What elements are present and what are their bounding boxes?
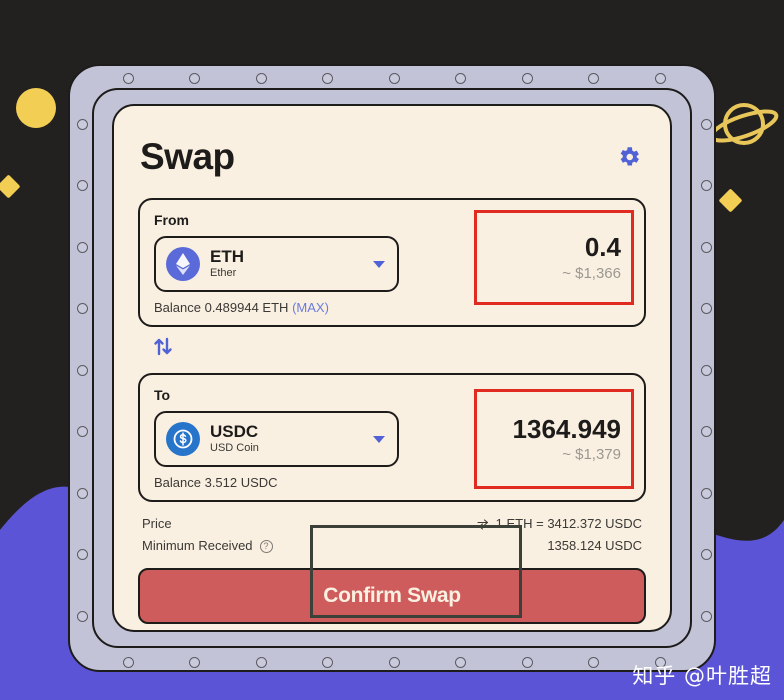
minimum-received-value: 1358.124 USDC xyxy=(547,538,642,553)
rivet xyxy=(588,656,599,668)
confirm-area: Confirm Swap xyxy=(138,525,646,624)
rivet xyxy=(76,549,88,560)
circle-decoration xyxy=(16,88,56,128)
swap-details: Price 1 ETH = 3412.372 USDC Minimum Rece… xyxy=(138,514,646,556)
rivet xyxy=(700,118,712,130)
to-token-texts: USDC USD Coin xyxy=(210,423,373,455)
to-amount-value: 1364.949 xyxy=(512,413,621,444)
to-amount-usd: ~ $1,379 xyxy=(562,446,621,464)
chevron-down-icon xyxy=(373,435,385,443)
to-amount-input[interactable]: 1364.949 ~ $1,379 xyxy=(474,389,634,489)
rivet xyxy=(654,72,666,84)
rate-toggle-icon[interactable] xyxy=(477,518,490,530)
minimum-label-group: Minimum Received ? xyxy=(142,536,273,556)
rivet xyxy=(455,72,466,84)
price-value-group: 1 ETH = 3412.372 USDC xyxy=(477,514,642,534)
to-token-select[interactable]: USDC USD Coin xyxy=(154,411,399,467)
switch-direction-button[interactable] xyxy=(150,331,184,361)
rivet xyxy=(322,72,333,84)
rivet xyxy=(76,241,88,253)
rivet xyxy=(700,180,712,191)
rivet xyxy=(700,364,712,376)
gear-icon xyxy=(620,147,639,166)
from-amount-usd: ~ $1,366 xyxy=(562,264,621,282)
page-title: Swap xyxy=(140,136,235,177)
rivet xyxy=(122,656,134,668)
usdc-token-icon xyxy=(166,422,200,456)
rivet xyxy=(76,364,88,376)
settings-button[interactable] xyxy=(614,142,644,172)
rivet xyxy=(76,610,88,622)
rivet xyxy=(322,656,333,668)
rivet xyxy=(388,656,400,668)
from-token-select[interactable]: ETH Ether xyxy=(154,236,399,292)
swap-direction-arrows-icon xyxy=(154,337,172,356)
rivet xyxy=(700,303,712,314)
rivet xyxy=(122,72,134,84)
rivet xyxy=(700,487,712,499)
saturn-planet-decoration xyxy=(709,103,779,145)
rivet xyxy=(255,656,267,668)
rivet xyxy=(255,72,267,84)
rivet xyxy=(700,549,712,560)
price-row: Price 1 ETH = 3412.372 USDC xyxy=(142,514,642,534)
swap-card: Swap From ETH Ether Balance 0.489944 ETH… xyxy=(112,104,672,632)
from-amount-value: 0.4 xyxy=(584,232,621,263)
minimum-received-label: Minimum Received xyxy=(142,538,253,553)
rivet xyxy=(76,303,88,314)
rivet xyxy=(76,180,88,191)
rivet xyxy=(76,118,88,130)
app-window: Swap From ETH Ether Balance 0.489944 ETH… xyxy=(0,0,784,700)
to-token-name: USD Coin xyxy=(210,441,259,454)
from-token-texts: ETH Ether xyxy=(210,248,373,280)
minimum-received-row: Minimum Received ? 1358.124 USDC xyxy=(142,536,642,556)
rivet xyxy=(76,487,88,499)
minimum-value-group: 1358.124 USDC xyxy=(547,536,642,556)
chevron-down-icon xyxy=(373,260,385,268)
diamond-decoration-right xyxy=(718,188,743,213)
rivet xyxy=(700,610,712,622)
rivet xyxy=(388,72,400,84)
from-token-name: Ether xyxy=(210,266,237,279)
price-label-group: Price xyxy=(142,514,172,534)
from-token-symbol: ETH xyxy=(210,246,244,266)
to-token-symbol: USDC xyxy=(210,421,259,441)
question-mark-icon[interactable]: ? xyxy=(259,539,273,553)
rivet xyxy=(455,656,466,668)
rivet xyxy=(521,656,533,668)
card-header: Swap xyxy=(138,128,646,186)
to-panel: To USDC USD Coin Balance 3.512 USDC 1364… xyxy=(138,373,646,502)
price-label: Price xyxy=(142,516,172,531)
from-balance-text: Balance 0.489944 ETH xyxy=(154,300,289,315)
max-link[interactable]: (MAX) xyxy=(292,300,329,315)
rivet xyxy=(76,426,88,437)
rivet xyxy=(700,241,712,253)
rivet xyxy=(189,72,200,84)
rivet xyxy=(700,426,712,437)
confirm-swap-button[interactable]: Confirm Swap xyxy=(138,568,646,624)
ethereum-token-icon xyxy=(166,247,200,281)
rivet xyxy=(189,656,200,668)
to-balance-text: Balance 3.512 USDC xyxy=(154,475,278,490)
watermark: 知乎 @叶胜超 xyxy=(632,664,772,688)
diamond-decoration-left xyxy=(0,174,21,199)
from-panel: From ETH Ether Balance 0.489944 ETH (MAX… xyxy=(138,198,646,327)
rivet xyxy=(521,72,533,84)
from-amount-input[interactable]: 0.4 ~ $1,366 xyxy=(474,210,634,305)
price-value: 1 ETH = 3412.372 USDC xyxy=(495,516,642,531)
rivet xyxy=(588,72,599,84)
